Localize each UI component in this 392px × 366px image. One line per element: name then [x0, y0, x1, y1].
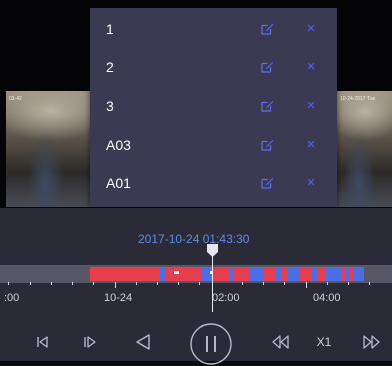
timeline-tick	[242, 282, 243, 285]
timeline-tick	[51, 282, 52, 285]
step-forward-icon[interactable]	[78, 330, 102, 354]
edit-icon[interactable]	[260, 60, 274, 74]
video-area: 03-42 10-24-2017 Tue 1 × 2 × 3 × A03 × A…	[0, 0, 392, 208]
timeline-tick	[115, 282, 116, 288]
camera-thumbnail-left[interactable]: 03-42	[6, 91, 90, 207]
timeline-tick	[306, 282, 307, 288]
close-icon[interactable]: ×	[305, 136, 317, 154]
event-segment	[160, 267, 166, 281]
event-segment	[230, 267, 234, 281]
speed-label: X1	[316, 335, 332, 349]
current-time-label: 2017-10-24 01:43:30	[138, 232, 250, 246]
timeline-tick	[157, 282, 158, 285]
event-segment	[326, 267, 341, 281]
event-segment	[276, 267, 281, 281]
edit-icon[interactable]	[260, 22, 274, 36]
reverse-play-icon[interactable]	[130, 330, 156, 354]
tag-item[interactable]: 3 ×	[90, 87, 337, 125]
timeline-tick	[327, 282, 328, 285]
close-icon[interactable]: ×	[305, 97, 317, 115]
event-segment	[346, 267, 350, 281]
tag-name: 2	[106, 59, 114, 75]
timeline-tick	[348, 282, 349, 285]
event-segment	[354, 267, 364, 281]
timeline-tick	[284, 282, 285, 285]
tag-name: A03	[106, 137, 131, 153]
tag-name: 3	[106, 98, 114, 114]
timeline-tick	[30, 282, 31, 285]
camera-overlay-text: 03-42	[9, 96, 22, 102]
close-icon[interactable]: ×	[305, 20, 317, 38]
playback-panel: 2017-10-24 01:43:30 :00 10-24 02:00 04:0…	[0, 208, 392, 365]
timeline-tick	[136, 282, 137, 285]
edit-icon[interactable]	[260, 99, 274, 113]
slow-down-icon[interactable]	[266, 330, 294, 354]
event-segment	[312, 267, 317, 281]
close-icon[interactable]: ×	[305, 174, 317, 192]
tag-item[interactable]: 2 ×	[90, 48, 337, 86]
tag-name: 1	[106, 21, 114, 37]
timeline-tick	[369, 282, 370, 285]
camera-thumbnail-right[interactable]: 10-24-2017 Tue	[337, 91, 392, 207]
tag-item[interactable]: A03 ×	[90, 126, 337, 164]
tag-name: A01	[106, 175, 131, 191]
timeline-tick	[8, 282, 9, 285]
pause-icon[interactable]	[189, 322, 233, 366]
timeline-tick-label: 02:00	[212, 292, 240, 304]
camera-overlay-text: 10-24-2017 Tue	[340, 96, 376, 102]
timeline-tick	[199, 282, 200, 285]
timeline-tick	[93, 282, 94, 285]
fast-forward-icon[interactable]	[358, 330, 386, 354]
timeline-tick-label: 04:00	[313, 292, 341, 304]
tag-item[interactable]: 1 ×	[90, 10, 337, 48]
timeline-tick	[178, 282, 179, 285]
tag-marker	[174, 271, 179, 274]
speed-indicator: X1	[312, 330, 336, 354]
tag-item[interactable]: A01 ×	[90, 164, 337, 202]
event-segment	[250, 267, 264, 281]
timeline-tick-label: :00	[4, 292, 20, 304]
playhead-handle[interactable]	[207, 244, 218, 257]
timeline-tick	[72, 282, 73, 285]
edit-icon[interactable]	[260, 138, 274, 152]
event-segment	[288, 267, 300, 281]
recording-segments[interactable]	[90, 267, 364, 281]
tag-list-menu: 1 × 2 × 3 × A03 × A01 ×	[90, 8, 337, 207]
step-back-icon[interactable]	[30, 330, 54, 354]
playhead-line	[212, 250, 213, 312]
edit-icon[interactable]	[260, 176, 274, 190]
event-segment	[202, 267, 211, 281]
timeline-tick-label: 10-24	[104, 292, 133, 304]
close-icon[interactable]: ×	[305, 58, 317, 76]
timeline-tick	[263, 282, 264, 285]
